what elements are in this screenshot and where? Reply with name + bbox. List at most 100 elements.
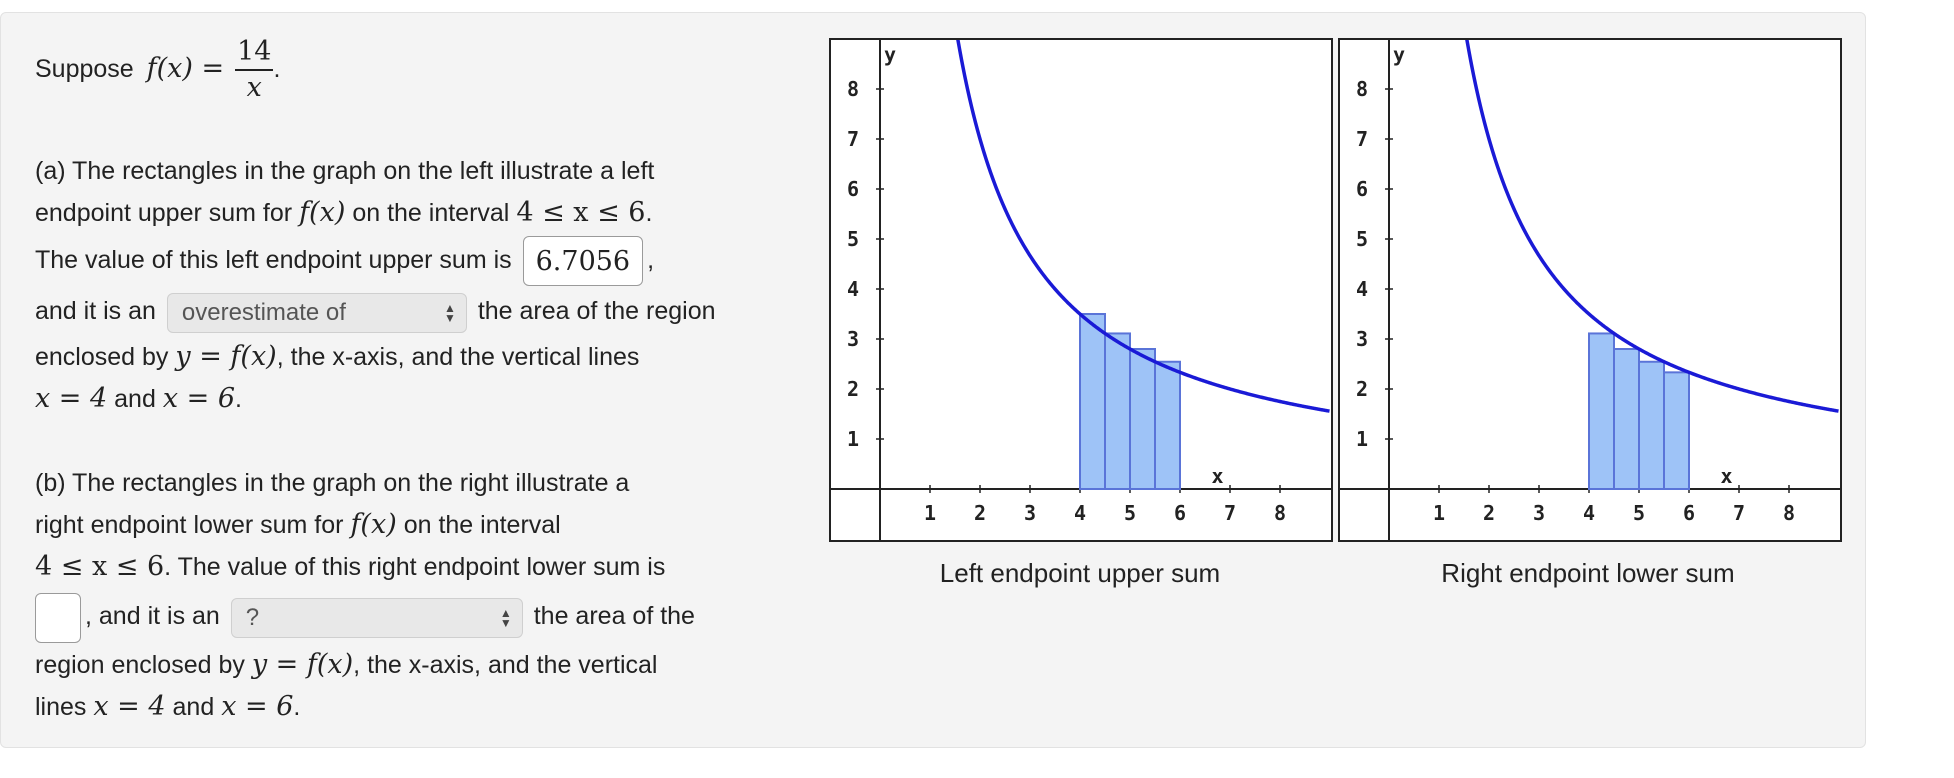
- part-a-select-value: overestimate of: [181, 298, 346, 326]
- part-a-line6: x = 4 and x = 6.: [35, 378, 795, 420]
- y-tick-label: 2: [847, 377, 859, 401]
- riemann-rectangle: [1663, 371, 1690, 491]
- x-axis-label: x: [1720, 464, 1732, 488]
- left-graph-caption: Left endpoint upper sum: [939, 558, 1221, 588]
- part-a-text: endpoint upper sum for: [35, 199, 293, 227]
- y-tick-label: 8: [847, 77, 859, 101]
- riemann-rectangle: [1588, 332, 1615, 491]
- part-b-text: lines: [35, 693, 87, 722]
- y-tick-label: 1: [847, 427, 859, 451]
- part-b-text: on the interval: [403, 511, 561, 540]
- x-tick-label: 6: [1174, 501, 1186, 525]
- part-a-answer-input[interactable]: 6.7056: [522, 236, 644, 287]
- riemann-rectangle: [1104, 332, 1131, 491]
- x-tick-label: 1: [1433, 501, 1445, 525]
- x-tick-label: 3: [1024, 501, 1036, 525]
- part-b-text: . The value of this right endpoint lower…: [164, 553, 666, 582]
- part-b-text: right endpoint lower sum for: [35, 511, 344, 540]
- part-b-yeq: y = f(x): [251, 649, 354, 681]
- x-tick-label: 5: [1633, 501, 1645, 525]
- intro-line: Suppose f(x) = 14 x .: [35, 30, 795, 108]
- x-tick-label: 7: [1733, 501, 1745, 525]
- part-a-comma: ,: [647, 246, 655, 274]
- part-b-estimate-select[interactable]: ? ▲ ▼: [230, 597, 523, 638]
- y-tick-label: 4: [847, 277, 859, 301]
- part-a-yeq: y = f(x): [175, 341, 277, 373]
- part-b-x4: x = 4: [93, 691, 166, 723]
- riemann-rectangle: [1154, 360, 1181, 490]
- y-tick-label: 6: [1356, 177, 1368, 201]
- intro-word: Suppose: [35, 55, 134, 83]
- part-a-end: .: [235, 385, 242, 414]
- part-a-x4: x = 4: [35, 383, 108, 415]
- x-tick-label: 6: [1683, 501, 1695, 525]
- riemann-rectangle: [1079, 313, 1106, 490]
- part-a-line2: endpoint upper sum for f(x) on the inter…: [35, 192, 795, 234]
- x-tick-label: 8: [1274, 501, 1286, 525]
- function-lhs: f(x) =: [146, 53, 225, 84]
- part-a-text: the area of the region: [477, 297, 716, 326]
- y-axis-label: y: [884, 43, 896, 67]
- part-a-period: .: [645, 199, 653, 227]
- intro-period: .: [273, 55, 281, 83]
- part-b-text: and it is an: [98, 602, 220, 631]
- y-tick-label: 7: [847, 127, 859, 151]
- y-tick-label: 2: [1356, 377, 1368, 401]
- part-b-and: and: [172, 693, 215, 722]
- riemann-rectangle: [1638, 360, 1665, 490]
- part-a-line4: and it is an overestimate of ▲ ▼ the area…: [35, 286, 795, 336]
- part-b-line5: region enclosed by y = f(x), the x-axis,…: [35, 644, 795, 686]
- function-fraction: 14 x: [235, 35, 274, 105]
- y-tick-label: 3: [847, 327, 859, 351]
- select-arrows-icon: ▲ ▼: [443, 300, 456, 325]
- fraction-denominator: x: [246, 72, 262, 104]
- right-endpoint-graph: 1 2 3 4 5 6 7 8 1 2 3 4 5 6 7 8 x y: [1338, 38, 1842, 542]
- left-endpoint-graph: 1 2 3 4 5 6 7 8 1 2 3 4 5 6 7 8 x y: [829, 38, 1333, 542]
- part-b-answer-input[interactable]: [35, 592, 81, 643]
- y-tick-label: 3: [1356, 327, 1368, 351]
- part-a-and: and: [114, 385, 156, 414]
- part-a-x6: x = 6: [162, 383, 236, 415]
- part-b-line1: (b) The rectangles in the graph on the r…: [35, 469, 630, 498]
- y-tick-label: 5: [847, 227, 859, 251]
- right-graph-caption: Right endpoint lower sum: [1441, 558, 1735, 588]
- y-tick-label: 1: [1356, 427, 1368, 451]
- part-b-text: the area of the: [533, 602, 695, 631]
- part-a-line5: enclosed by y = f(x), the x-axis, and th…: [35, 336, 795, 378]
- part-b-text: , the x-axis, and the vertical: [353, 651, 658, 680]
- part-a-text: , the x-axis, and the vertical lines: [276, 343, 640, 372]
- riemann-rectangle: [1613, 348, 1640, 490]
- part-b-line4: , and it is an ? ▲ ▼ the area of the: [35, 588, 795, 644]
- x-tick-label: 7: [1224, 501, 1236, 525]
- part-a-line1: (a) The rectangles in the graph on the l…: [35, 157, 655, 185]
- part-a-fx: f(x): [299, 197, 346, 228]
- part-a-estimate-select[interactable]: overestimate of ▲ ▼: [166, 292, 467, 333]
- y-tick-label: 8: [1356, 77, 1368, 101]
- y-tick-label: 7: [1356, 127, 1368, 151]
- part-b-end: .: [293, 693, 301, 722]
- part-a-text: and it is an: [35, 297, 156, 326]
- part-b-line3: 4 ≤ x ≤ 6. The value of this right endpo…: [35, 546, 795, 588]
- part-b: (b) The rectangles in the graph on the r…: [35, 462, 795, 728]
- part-b-interval: 4 ≤ x ≤ 6: [35, 551, 165, 583]
- x-tick-label: 3: [1533, 501, 1545, 525]
- part-a-text: on the interval: [352, 199, 510, 227]
- riemann-rectangle: [1129, 348, 1156, 490]
- x-tick-label: 5: [1124, 501, 1136, 525]
- x-tick-label: 2: [974, 501, 986, 525]
- part-b-line2: right endpoint lower sum for f(x) on the…: [35, 504, 795, 546]
- y-tick-label: 6: [847, 177, 859, 201]
- x-tick-label: 4: [1074, 501, 1086, 525]
- part-b-line6: lines x = 4 and x = 6.: [35, 686, 795, 728]
- part-b-comma: ,: [85, 602, 92, 631]
- y-axis-label: y: [1393, 43, 1405, 67]
- x-tick-label: 8: [1783, 501, 1795, 525]
- select-arrows-icon: ▲ ▼: [499, 605, 512, 630]
- part-b-text: region enclosed by: [35, 651, 245, 680]
- part-a-line3: The value of this left endpoint upper su…: [35, 234, 795, 287]
- part-b-select-value: ?: [245, 603, 260, 631]
- x-axis-label: x: [1211, 464, 1223, 488]
- question-text: Suppose f(x) = 14 x . (a) The rectangles…: [35, 30, 795, 728]
- x-tick-label: 1: [924, 501, 936, 525]
- x-tick-label: 4: [1583, 501, 1595, 525]
